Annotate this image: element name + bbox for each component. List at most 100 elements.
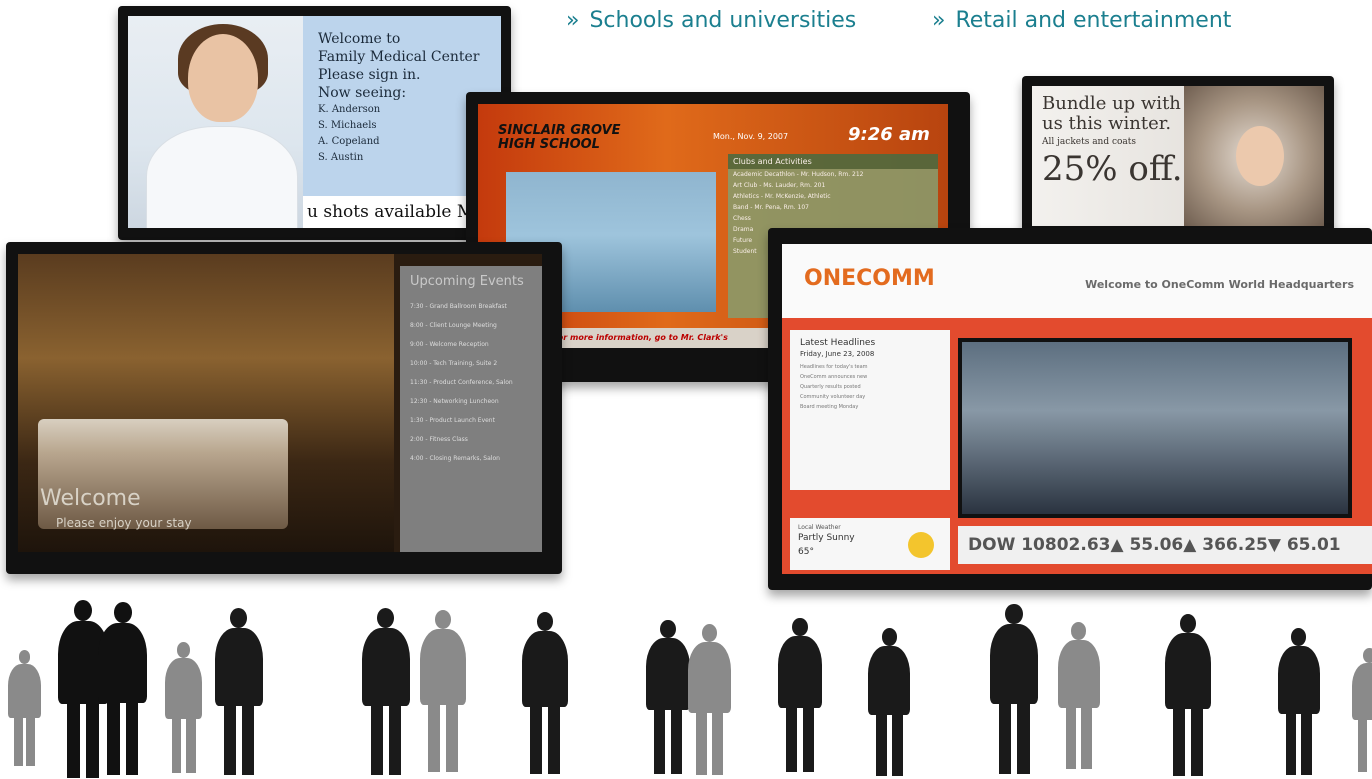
corporate-screen: ONECOMM Welcome to OneComm World Headqua… [782,244,1372,574]
silhouette-leg [1358,717,1368,772]
silhouette-leg [1081,704,1093,769]
retail-offer: 25% off. [1042,149,1183,189]
silhouette-leg [26,715,36,766]
link-label: Schools and universities [589,8,857,33]
person-silhouette [868,628,911,779]
sun-icon [908,532,934,558]
silhouette-leg [171,716,182,774]
silhouette-body [1278,645,1320,714]
silhouette-body [688,642,732,713]
silhouette-leg [1190,705,1203,777]
retail-monitor: Bundle up with us this winter. All jacke… [1022,76,1334,236]
corporate-header: ONECOMM Welcome to OneComm World Headqua… [782,244,1372,318]
retail-line-3: All jackets and coats [1042,137,1137,147]
silhouette-leg [653,707,666,775]
schools-universities-link[interactable]: » Schools and universities [566,8,856,33]
silhouette-leg [13,715,23,766]
silhouette-body [165,657,203,719]
person-silhouette [1165,614,1212,779]
retail-line-1: Bundle up with [1042,93,1181,114]
silhouette-head [176,642,191,658]
event-item: 11:30 - Product Conference, Salon [410,379,513,386]
silhouette-leg [530,703,543,775]
silhouette-head [660,620,676,639]
silhouette-head [1291,628,1307,646]
person-silhouette [688,624,732,779]
person-silhouette [1278,628,1320,779]
silhouette-body [1058,639,1100,708]
silhouette-leg [785,705,798,773]
hotel-enjoy: Please enjoy your stay [56,516,192,530]
silhouette-body [1165,633,1212,709]
stock-ticker: DOW 10802.63▲ 55.06▲ 366.25▼ 65.01 [958,526,1372,564]
medical-title-2: Family Medical Center [318,49,480,65]
person-silhouette [990,604,1039,779]
silhouette-head [230,608,248,628]
event-item: 10:00 - Tech Training, Suite 2 [410,360,498,367]
silhouette-body [990,624,1039,704]
doctor-face [188,34,258,122]
chevron-right-icon: » [932,8,946,33]
silhouette-head [434,610,452,630]
person-silhouette [362,608,410,779]
headlines-panel: Latest Headlines Friday, June 23, 2008 H… [790,330,950,490]
headline-item: Quarterly results posted [800,384,861,390]
silhouette-head [1179,614,1197,634]
silhouette-leg [241,702,254,775]
medical-signin: Please sign in. [318,67,421,83]
silhouette-leg [712,709,724,776]
silhouette-leg [875,711,887,777]
silhouette-leg [388,702,401,775]
patient-name: S. Austin [318,152,364,163]
silhouette-leg [223,702,236,775]
corporate-welcome: Welcome to OneComm World Headquarters [1085,278,1354,291]
hotel-bed [38,419,288,529]
school-time: 9:26 am [848,124,930,145]
activities-header: Clubs and Activities [728,154,938,169]
silhouette-head [1071,622,1087,640]
silhouette-body [98,622,148,704]
silhouette-leg [1017,700,1030,774]
silhouette-leg [125,699,139,775]
silhouette-body [420,629,467,705]
school-name: SINCLAIR GROVE HIGH SCHOOL [498,124,621,152]
headline-item: Headlines for today's team [800,364,868,370]
silhouette-leg [670,707,683,775]
retail-text: Bundle up with us this winter. All jacke… [1042,93,1183,189]
silhouette-head [74,600,93,622]
patient-name: A. Copeland [318,136,380,147]
person-silhouette [215,608,263,779]
person-silhouette [778,618,822,778]
silhouette-leg [185,716,196,774]
hotel-screen: Welcome Please enjoy your stay Upcoming … [18,254,542,552]
event-item: 7:30 - Grand Ballroom Breakfast [410,303,507,310]
person-silhouette [420,610,467,778]
silhouette-leg [802,705,815,773]
silhouette-leg [67,700,81,778]
silhouette-leg [1285,710,1297,775]
event-item: 2:00 - Fitness Class [410,436,468,443]
silhouette-head [701,624,718,643]
activity-row: Art Club - Ms. Lauder, Rm. 201 [733,182,826,189]
patient-name: S. Michaels [318,120,377,131]
headlines-title: Latest Headlines [800,338,876,348]
person-silhouette [98,602,148,779]
silhouette-leg [370,702,383,775]
person-silhouette [1352,648,1372,776]
school-name-line-2: HIGH SCHOOL [498,137,600,152]
onecomm-logo: ONECOMM [804,266,935,291]
fur-hood-photo [1184,86,1324,226]
headline-item: Community volunteer day [800,394,866,400]
medical-monitor: Welcome to Family Medical Center Please … [118,6,511,240]
silhouette-body [215,627,263,706]
person-silhouette [8,650,41,770]
silhouette-leg [891,711,903,777]
weather-panel: Local Weather Partly Sunny 65° [790,518,950,570]
link-label: Retail and entertainment [955,8,1232,33]
event-item: 8:00 - Client Lounge Meeting [410,322,497,329]
medical-text: Welcome to Family Medical Center Please … [318,30,480,166]
activity-row: Band - Mr. Pena, Rm. 107 [733,204,809,211]
retail-entertainment-link[interactable]: » Retail and entertainment [932,8,1231,33]
headlines-date: Friday, June 23, 2008 [800,350,875,358]
silhouette-head [18,650,31,664]
